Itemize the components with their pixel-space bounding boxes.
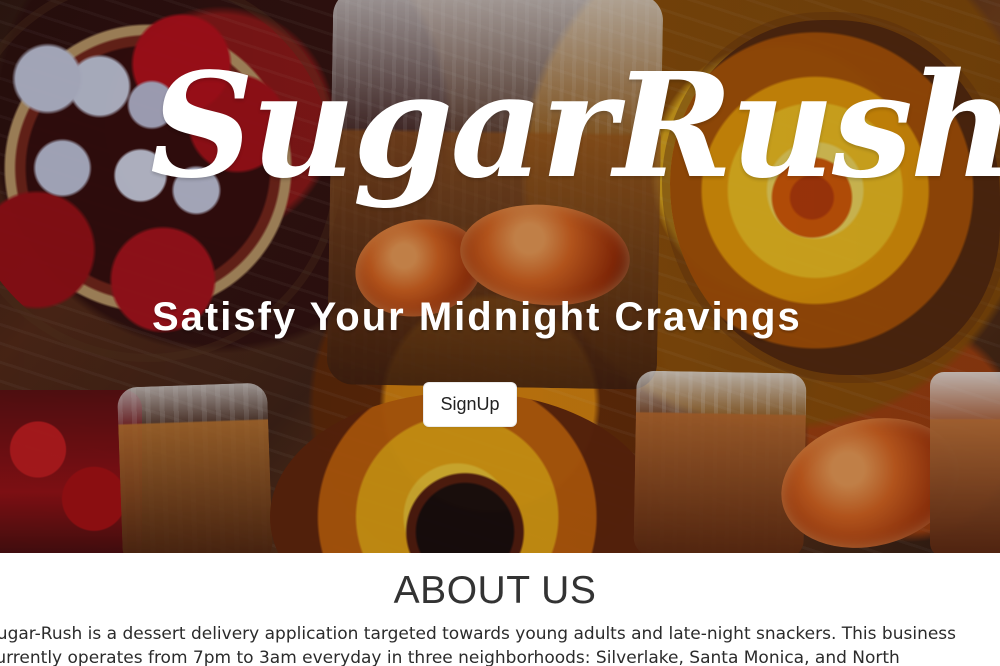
hero-section: SugarRush Satisfy Your Midnight Cravings… [0, 0, 1000, 553]
signup-button[interactable]: SignUp [423, 382, 517, 427]
landing-page: SugarRush Satisfy Your Midnight Cravings… [0, 0, 1000, 666]
brand-title: SugarRush [150, 41, 1000, 210]
about-section: ABOUT US Sugar-Rush is a dessert deliver… [0, 553, 1000, 666]
about-heading: ABOUT US [393, 569, 597, 612]
about-description: Sugar-Rush is a dessert delivery applica… [0, 624, 957, 666]
hero-subtitle: Satisfy Your Midnight Cravings [152, 295, 802, 339]
hero-content: SugarRush Satisfy Your Midnight Cravings… [0, 0, 1000, 553]
